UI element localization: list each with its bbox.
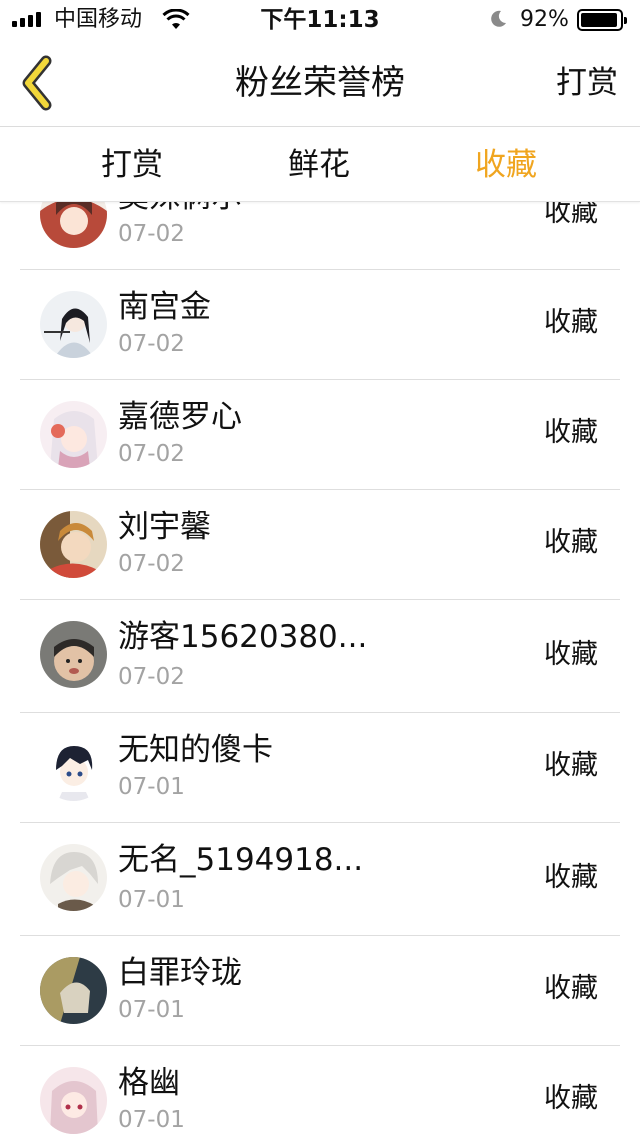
user-name: 南宫金	[118, 289, 211, 325]
user-name: 刘宇馨	[118, 509, 211, 545]
user-date: 07-02	[118, 441, 185, 467]
user-name: 莫殊俩尔	[118, 202, 242, 217]
user-date: 07-02	[118, 664, 185, 690]
reward-button[interactable]: 打赏	[556, 63, 618, 103]
moon-icon	[491, 10, 506, 27]
action-label: 收藏	[544, 1083, 598, 1114]
tab-flowers[interactable]: 鲜花	[249, 145, 389, 185]
avatar	[40, 511, 107, 578]
user-date: 07-02	[118, 221, 185, 247]
fan-list[interactable]: 莫殊俩尔 07-02 收藏 南宫金 07-02 收藏 嘉德罗心 07-02 收藏	[0, 202, 640, 1136]
tab-reward[interactable]: 打赏	[62, 145, 202, 185]
user-name: 白罪玲珑	[118, 955, 242, 991]
app-screen: 中国移动 下午11:13 92% 粉丝荣誉榜 打赏 打赏 鲜花 收藏 07-02…	[0, 0, 640, 1136]
avatar	[40, 957, 107, 1024]
avatar	[40, 621, 107, 688]
page-title: 粉丝荣誉榜	[235, 63, 405, 103]
action-label: 收藏	[544, 417, 598, 448]
list-item[interactable]: 嘉德罗心 07-02 收藏	[20, 380, 620, 490]
list-item[interactable]: 格幽 07-01 收藏	[20, 1046, 620, 1136]
user-date: 07-01	[118, 887, 185, 913]
avatar	[40, 291, 107, 358]
battery-percent: 92%	[520, 7, 569, 32]
action-label: 收藏	[544, 862, 598, 893]
action-label: 收藏	[544, 527, 598, 558]
action-label: 收藏	[544, 639, 598, 670]
tab-favorites[interactable]: 收藏	[436, 145, 576, 185]
list-item[interactable]: 南宫金 07-02 收藏	[20, 270, 620, 380]
user-date: 07-01	[118, 774, 185, 800]
avatar	[40, 844, 107, 911]
user-name: 无名_5194918...	[118, 842, 364, 878]
list-item[interactable]: 莫殊俩尔 07-02 收藏	[20, 202, 620, 270]
action-label: 收藏	[544, 202, 598, 228]
list-item[interactable]: 无名_5194918... 07-01 收藏	[20, 823, 620, 936]
list-item[interactable]: 无知的傻卡 07-01 收藏	[20, 713, 620, 823]
action-label: 收藏	[544, 750, 598, 781]
tab-bar: 打赏 鲜花 收藏	[0, 127, 640, 202]
user-name: 格幽	[118, 1065, 180, 1101]
user-date: 07-02	[118, 331, 185, 357]
battery-icon	[577, 9, 627, 31]
action-label: 收藏	[544, 307, 598, 338]
avatar	[40, 202, 107, 248]
list-item[interactable]: 游客15620380... 07-02 收藏	[20, 600, 620, 713]
user-name: 游客15620380...	[118, 619, 368, 655]
list-item[interactable]: 刘宇馨 07-02 收藏	[20, 490, 620, 600]
user-name: 无知的傻卡	[118, 732, 273, 768]
action-label: 收藏	[544, 973, 598, 1004]
list-item[interactable]: 白罪玲珑 07-01 收藏	[20, 936, 620, 1046]
user-name: 嘉德罗心	[118, 399, 242, 435]
avatar	[40, 401, 107, 468]
user-date: 07-02	[118, 551, 185, 577]
avatar	[40, 1067, 107, 1134]
user-date: 07-01	[118, 1107, 185, 1133]
nav-bar: 粉丝荣誉榜 打赏	[0, 40, 640, 127]
user-date: 07-01	[118, 997, 185, 1023]
status-bar: 中国移动 下午11:13 92%	[0, 0, 640, 40]
avatar	[40, 734, 107, 801]
